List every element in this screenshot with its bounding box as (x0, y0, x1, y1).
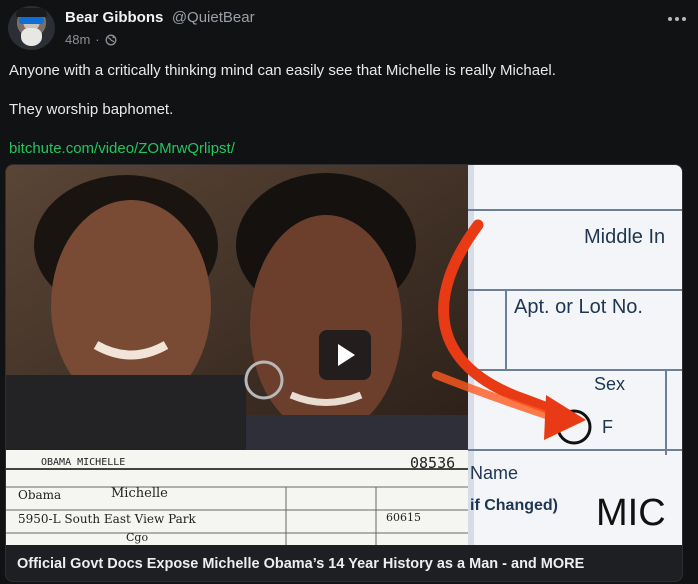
post-link[interactable]: bitchute.com/video/ZOMrwQrlipst/ (9, 140, 235, 157)
more-horizontal-icon (668, 17, 672, 21)
card-title[interactable]: Official Govt Docs Expose Michelle Obama… (17, 556, 584, 572)
doc-last-name: Obama (18, 488, 61, 502)
doc-city: Cgo (126, 531, 148, 544)
doc-header: OBAMA MICHELLE (41, 457, 125, 468)
more-dot (682, 17, 686, 21)
author-display-name[interactable]: Bear Gibbons (65, 9, 163, 26)
form-middle-label: Middle In (584, 226, 665, 248)
avatar-sunglasses (19, 17, 44, 24)
doc-address: 5950-L South East View Park (18, 512, 197, 526)
more-options-button[interactable] (666, 12, 688, 26)
form-apt-label: Apt. or Lot No. (514, 296, 643, 318)
video-link-card[interactable]: Middle In Apt. or Lot No. Sex F Name if … (5, 164, 683, 582)
avatar[interactable] (8, 6, 55, 50)
form-name-label: Name (470, 463, 518, 483)
post-body: Anyone with a critically thinking mind c… (9, 61, 686, 178)
form-sex-label: Sex (594, 374, 625, 394)
play-button[interactable] (319, 330, 371, 380)
author-row: Bear Gibbons @QuietBear (65, 9, 255, 27)
post-timestamp[interactable]: 48m (65, 32, 90, 47)
doc-zip: 60615 (386, 511, 421, 524)
post-card: Bear Gibbons @QuietBear 48m · Anyone wit… (0, 0, 698, 584)
avatar-hat (16, 8, 47, 17)
post-meta: 48m · (65, 32, 117, 47)
form-changed-label: if Changed) (470, 497, 558, 514)
doc-number: 08536 (410, 454, 455, 472)
meta-separator: · (95, 32, 100, 47)
play-icon (338, 344, 355, 366)
form-f-label: F (602, 417, 613, 437)
doc-first-name: Michelle (111, 486, 168, 501)
more-dot (675, 17, 679, 21)
post-paragraph: Anyone with a critically thinking mind c… (9, 62, 556, 79)
post-paragraph: They worship baphomet. (9, 101, 174, 118)
video-thumbnail[interactable]: Middle In Apt. or Lot No. Sex F Name if … (6, 165, 682, 545)
avatar-beard (21, 28, 42, 46)
form-mic-text: MIC (596, 492, 666, 534)
globe-icon (105, 34, 117, 45)
author-handle[interactable]: @QuietBear (172, 9, 255, 26)
post-header: Bear Gibbons @QuietBear 48m · (8, 6, 688, 50)
